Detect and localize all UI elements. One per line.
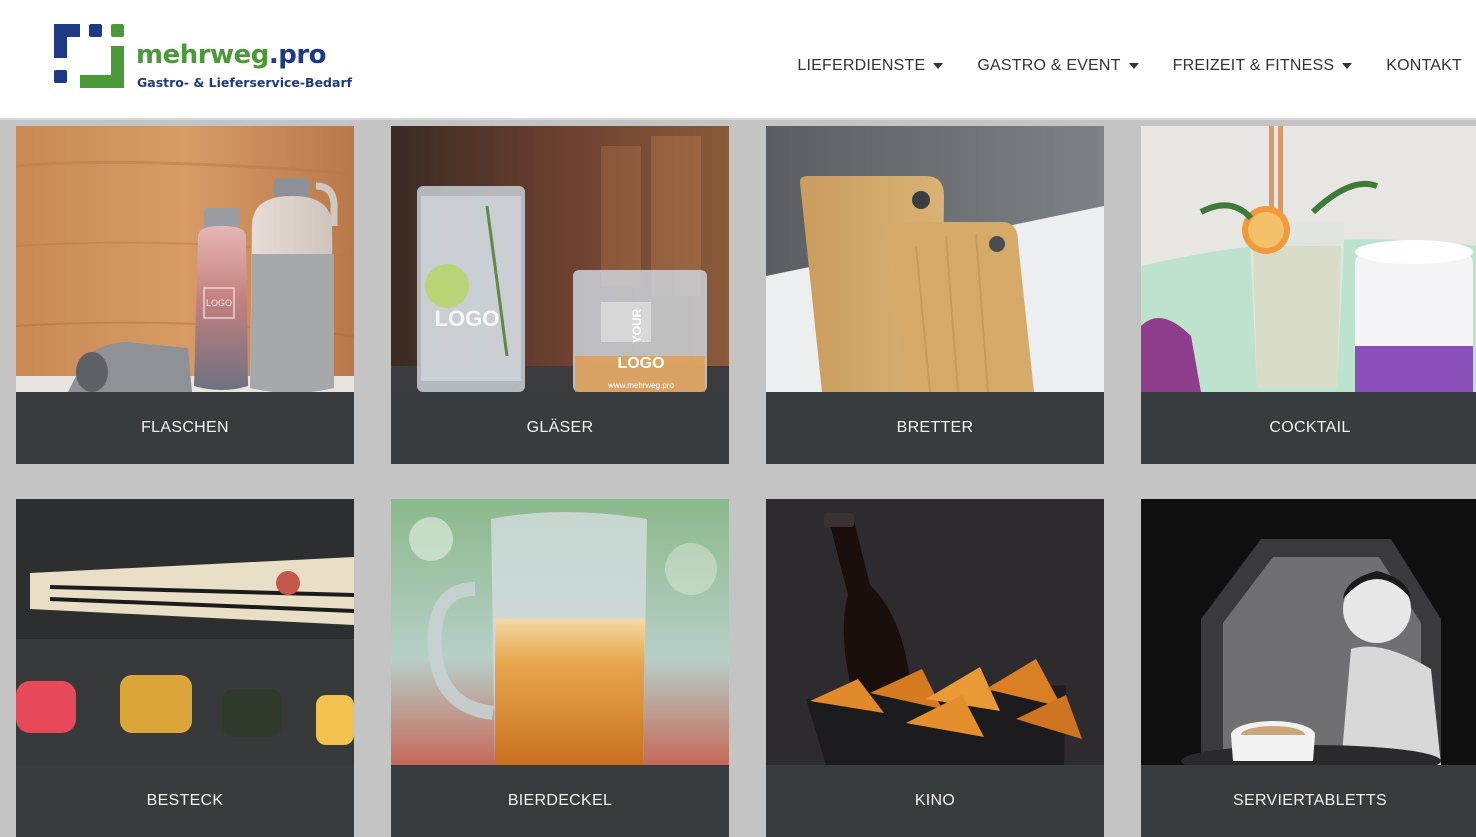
beer-mug-photo <box>391 499 729 765</box>
nav-label: LIEFERDIENSTE <box>797 57 926 74</box>
glass-url-text: www.mehrweg.pro <box>607 381 674 390</box>
tile-label: KINO <box>766 765 1104 837</box>
chopsticks-sushi-photo <box>16 499 354 765</box>
caret-down-icon <box>933 63 944 69</box>
cocktail-photo <box>1141 126 1476 392</box>
bottles-photo: LOGO <box>16 126 354 392</box>
main-nav: LIEFERDIENSTE GASTRO & EVENT FREIZEIT & … <box>763 54 1462 78</box>
glass-logo-text: LOGO <box>435 306 500 331</box>
nav-item-gastro-event[interactable]: GASTRO & EVENT <box>977 57 1139 75</box>
logo-word-mehrweg: mehrweg <box>136 40 269 70</box>
caret-down-icon <box>1342 63 1353 69</box>
cutting-boards-photo <box>766 126 1104 392</box>
beer-bottle-nachos-photo <box>766 499 1104 765</box>
logo-tagline: Gastro- & Lieferservice-Bedarf <box>137 75 353 90</box>
tile-label: BESTECK <box>16 765 354 837</box>
tile-label: SERVIERTABLETTS <box>1141 765 1476 837</box>
nav-item-kontakt[interactable]: KONTAKT <box>1386 57 1462 75</box>
logo-icon <box>54 24 124 88</box>
site-logo[interactable]: mehrweg.pro Gastro- & Lieferservice-Beda… <box>52 24 352 94</box>
logo-word-pro: .pro <box>268 40 327 70</box>
nav-label: KONTAKT <box>1386 57 1462 74</box>
glass-logo-text-2: LOGO <box>617 355 664 372</box>
logo-wordmark: mehrweg.pro <box>136 40 327 70</box>
site-header: mehrweg.pro Gastro- & Lieferservice-Beda… <box>0 0 1476 120</box>
tile-label: BRETTER <box>766 392 1104 464</box>
nav-label: FREIZEIT & FITNESS <box>1172 57 1335 74</box>
glass-your-text: YOUR <box>630 308 644 343</box>
category-grid: LOGO FLASCHEN LOGO YOUR LOGO www.mehrweg… <box>16 126 1476 837</box>
tile-label: GLÄSER <box>391 392 729 464</box>
caret-down-icon <box>1128 63 1139 69</box>
tile-label: COCKTAIL <box>1141 392 1476 464</box>
tile-label: BIERDECKEL <box>391 765 729 837</box>
serving-tray-photo <box>1141 499 1476 765</box>
nav-item-lieferdienste[interactable]: LIEFERDIENSTE <box>797 57 944 75</box>
tile-label: FLASCHEN <box>16 392 354 464</box>
nav-label: GASTRO & EVENT <box>977 57 1121 74</box>
bottle-logo-text: LOGO <box>206 298 232 308</box>
nav-item-freizeit-fitness[interactable]: FREIZEIT & FITNESS <box>1173 57 1353 75</box>
glasses-photo: LOGO YOUR LOGO www.mehrweg.pro <box>391 126 729 392</box>
